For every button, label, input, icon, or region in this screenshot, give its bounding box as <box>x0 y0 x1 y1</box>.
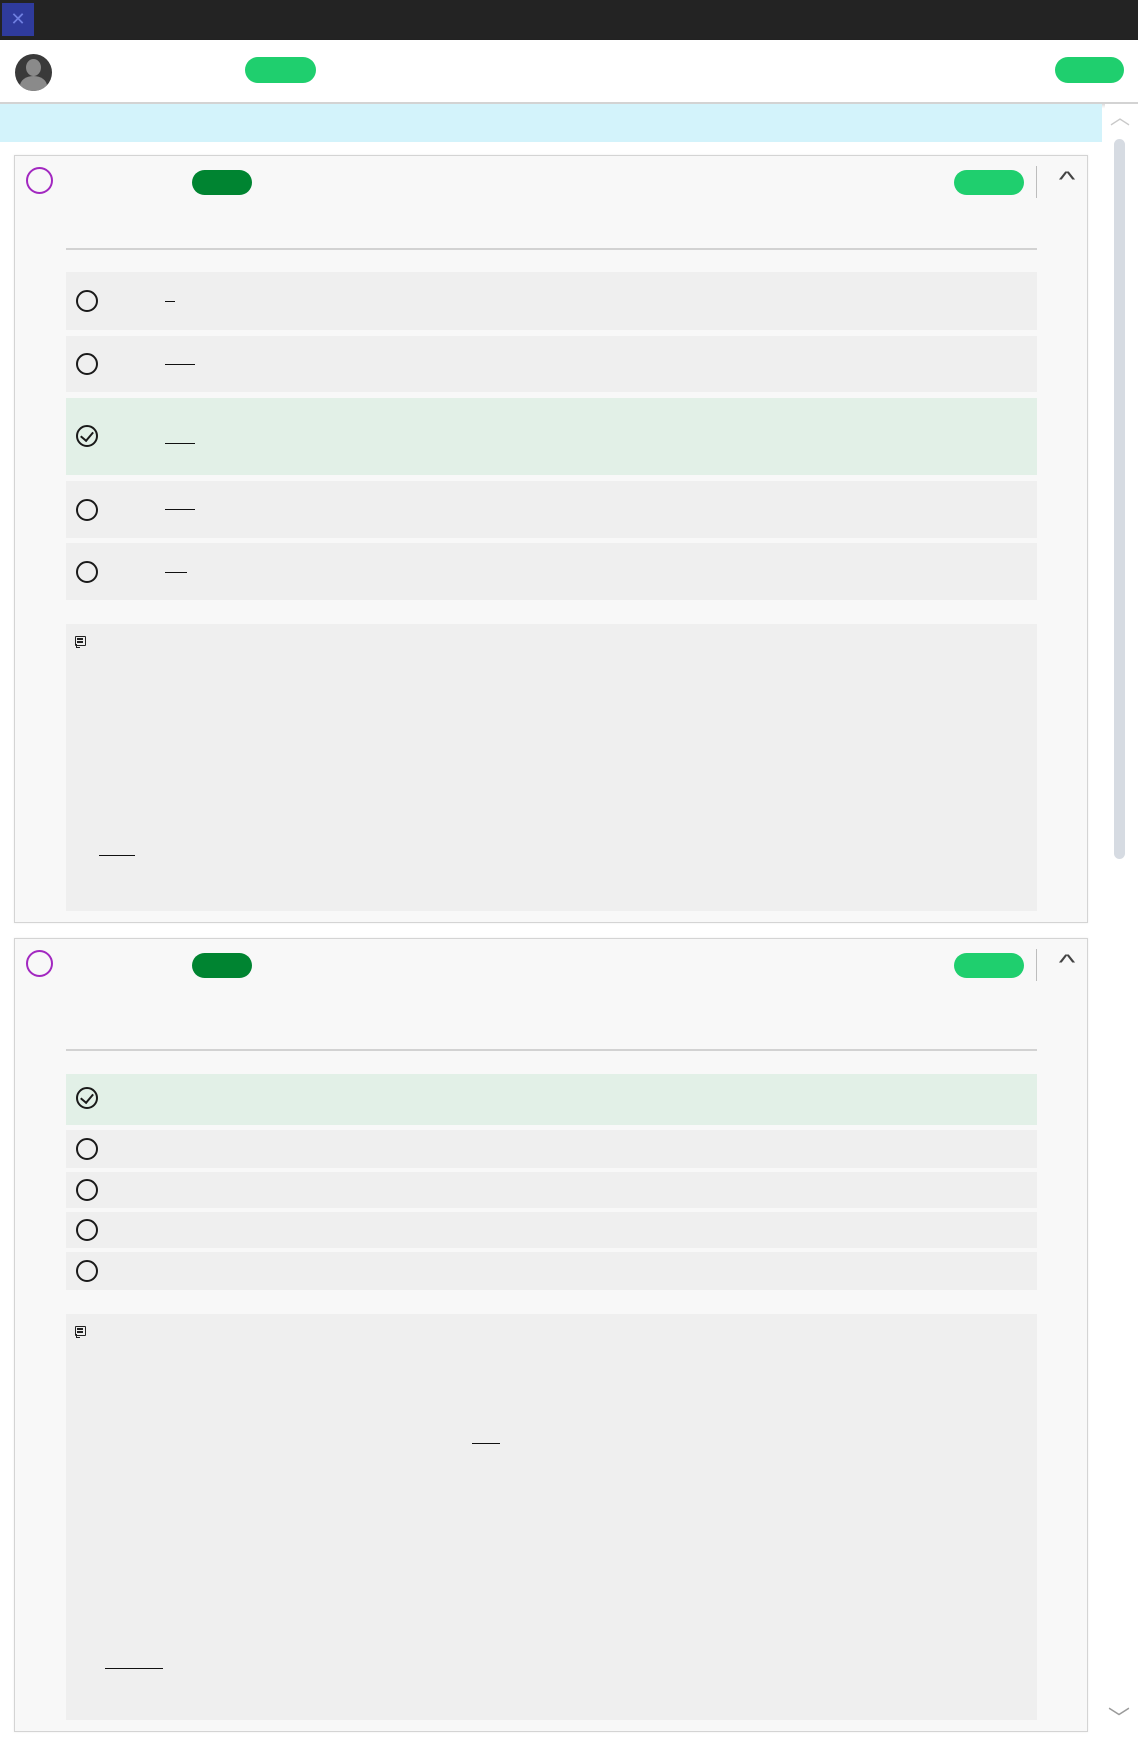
question-status-badge <box>192 170 252 195</box>
fraction-bar <box>165 364 195 365</box>
question-status-circle-icon[interactable] <box>26 950 53 977</box>
answer-option-correct[interactable] <box>66 1074 1037 1125</box>
user-avatar-icon[interactable] <box>15 54 52 91</box>
note-icon <box>75 1326 86 1338</box>
radio-empty-icon[interactable] <box>76 353 98 375</box>
answer-option-correct[interactable] <box>66 398 1037 475</box>
answer-option[interactable] <box>66 1130 1037 1168</box>
answer-option[interactable] <box>66 1212 1037 1248</box>
chevron-up-icon[interactable]: ^ <box>1048 950 1086 975</box>
scrollbar-thumb[interactable] <box>1114 139 1125 859</box>
answer-option[interactable] <box>66 543 1037 600</box>
check-circle-icon <box>76 425 98 447</box>
radio-empty-icon[interactable] <box>76 1179 98 1201</box>
explanation-panel <box>66 1314 1037 1720</box>
radio-empty-icon[interactable] <box>76 290 98 312</box>
fraction-bar <box>165 572 187 573</box>
fraction-bar <box>105 1668 163 1669</box>
answer-option[interactable] <box>66 481 1037 538</box>
chevron-up-icon[interactable]: ^ <box>1048 167 1086 192</box>
radio-empty-icon[interactable] <box>76 499 98 521</box>
answer-option[interactable] <box>66 1252 1037 1290</box>
note-icon <box>75 636 86 648</box>
fraction-bar <box>165 443 195 444</box>
center-pill-button[interactable] <box>245 57 316 83</box>
answer-option[interactable] <box>66 272 1037 330</box>
fraction-bar <box>165 301 175 302</box>
radio-empty-icon[interactable] <box>76 1138 98 1160</box>
scroll-up-icon[interactable]: ︿ <box>1110 108 1130 128</box>
check-circle-icon <box>76 1087 98 1109</box>
header-divider <box>1036 166 1037 198</box>
fraction-bar <box>472 1443 500 1444</box>
right-pill-button[interactable] <box>1055 57 1124 83</box>
radio-empty-icon[interactable] <box>76 1219 98 1241</box>
answer-option[interactable] <box>66 1172 1037 1208</box>
app-logo-icon[interactable]: ✕ <box>2 3 34 36</box>
question-score-badge <box>954 170 1024 195</box>
radio-empty-icon[interactable] <box>76 1260 98 1282</box>
window-titlebar: ✕ <box>0 0 1138 40</box>
question-score-badge <box>954 953 1024 978</box>
explanation-panel <box>66 624 1037 911</box>
info-banner <box>0 104 1102 142</box>
question-status-circle-icon[interactable] <box>26 167 53 194</box>
answer-option[interactable] <box>66 336 1037 392</box>
top-toolbar <box>0 40 1138 104</box>
question-status-badge <box>192 953 252 978</box>
radio-empty-icon[interactable] <box>76 561 98 583</box>
fraction-bar <box>99 855 135 856</box>
fraction-bar <box>165 509 195 510</box>
divider <box>66 1049 1037 1051</box>
divider <box>66 248 1037 250</box>
scroll-down-icon[interactable]: ﹀ <box>1108 1708 1130 1730</box>
question-card: ^ <box>14 938 1088 1732</box>
header-divider <box>1036 949 1037 981</box>
question-card: ^ <box>14 155 1088 923</box>
